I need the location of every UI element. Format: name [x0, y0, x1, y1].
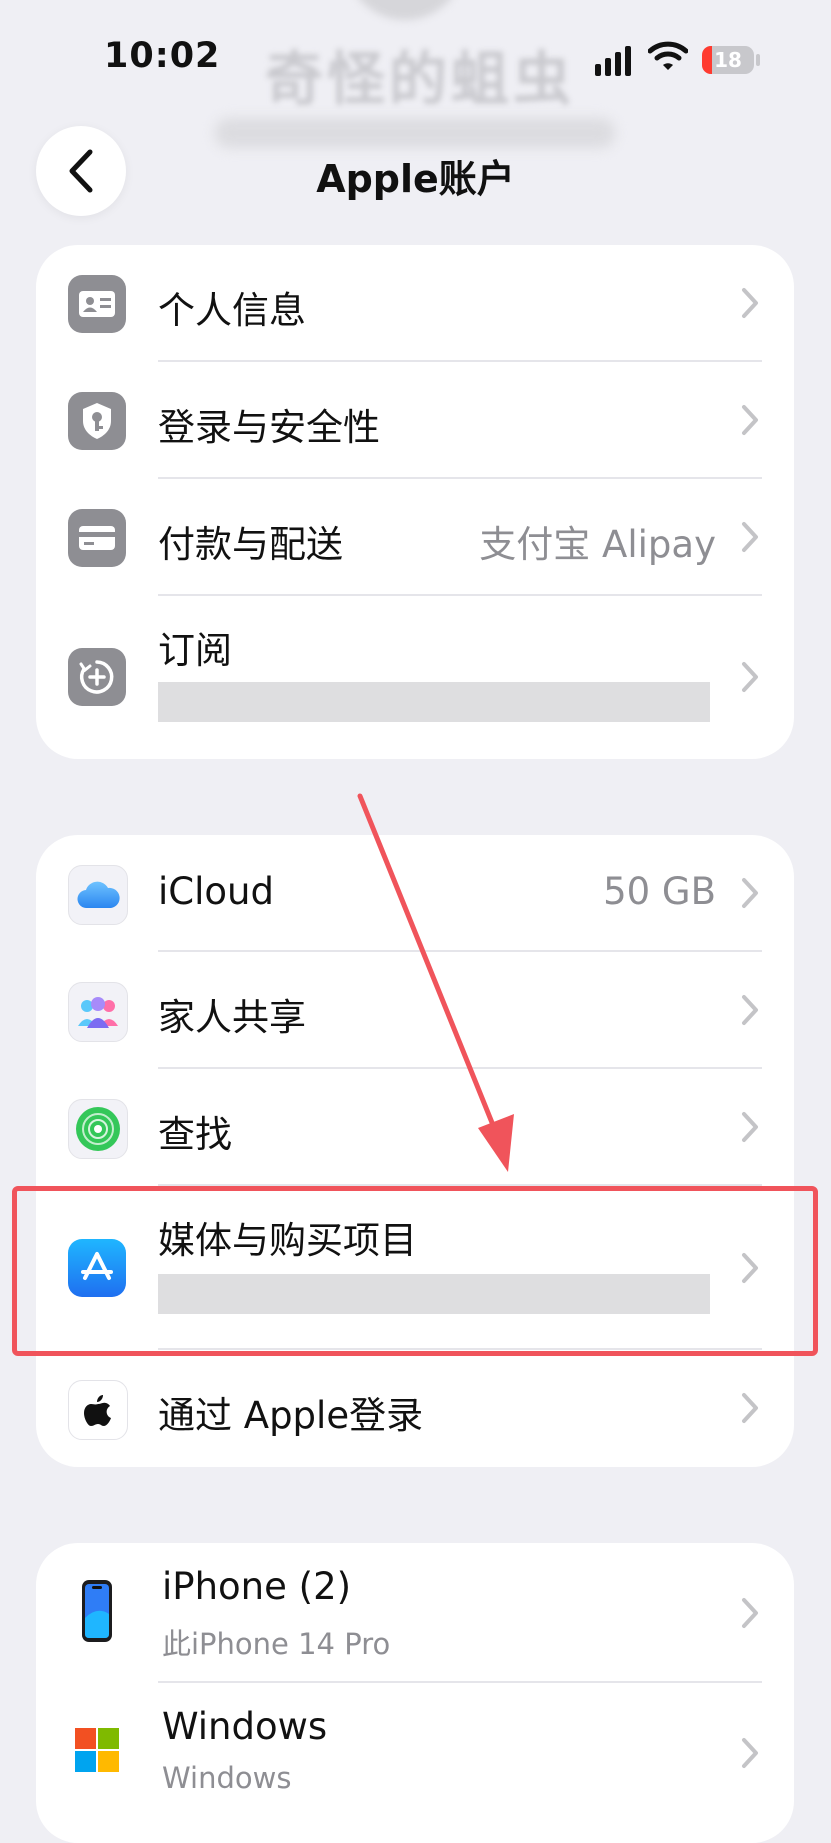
person-card-icon — [68, 275, 126, 333]
list-item-device-iphone[interactable]: iPhone (2) 此iPhone 14 Pro — [36, 1543, 794, 1683]
windows-logo-icon — [68, 1721, 126, 1779]
chevron-right-icon — [742, 878, 758, 908]
sign-in-with-apple-label: 通过 Apple登录 — [158, 1394, 424, 1437]
battery-level: 18 — [714, 48, 742, 72]
profile-avatar — [345, 0, 465, 20]
list-item-icloud[interactable]: iCloud 50 GB — [36, 835, 794, 952]
wifi-icon — [647, 40, 689, 72]
apple-logo-icon — [68, 1380, 128, 1440]
shield-key-icon — [68, 392, 126, 450]
iphone-device-name: iPhone (2) — [162, 1565, 352, 1608]
signin-security-label: 登录与安全性 — [158, 406, 380, 449]
iphone-device-model: 此iPhone 14 Pro — [162, 1627, 391, 1661]
services-group: iCloud 50 GB 家人共享 查找 媒体与购买项目 通过 Apple登录 — [36, 835, 794, 1467]
iphone-icon — [68, 1573, 126, 1649]
icloud-label: iCloud — [158, 870, 274, 913]
list-item-subscriptions[interactable]: 订阅 — [36, 596, 794, 759]
chevron-right-icon — [742, 522, 758, 552]
chevron-right-icon — [742, 1393, 758, 1423]
find-my-label: 查找 — [158, 1113, 232, 1156]
credit-card-icon — [68, 509, 126, 567]
chevron-right-icon — [742, 405, 758, 435]
redacted-subscription-info — [158, 682, 710, 722]
subscriptions-label: 订阅 — [158, 629, 232, 672]
windows-device-name: Windows — [162, 1705, 328, 1748]
chevron-right-icon — [742, 1738, 758, 1768]
list-item-device-windows[interactable]: Windows Windows — [36, 1683, 794, 1823]
family-sharing-icon — [68, 982, 128, 1042]
devices-group: iPhone (2) 此iPhone 14 Pro Windows Window… — [36, 1543, 794, 1843]
chevron-right-icon — [742, 662, 758, 692]
list-item-personal-info[interactable]: 个人信息 — [36, 245, 794, 362]
account-settings-group: 个人信息 登录与安全性 付款与配送 支付宝 Alipay 订阅 — [36, 245, 794, 759]
list-item-find-my[interactable]: 查找 — [36, 1069, 794, 1186]
windows-device-model: Windows — [162, 1761, 292, 1795]
battery-tip — [756, 54, 760, 66]
payment-shipping-label: 付款与配送 — [158, 523, 343, 566]
family-sharing-label: 家人共享 — [158, 996, 306, 1039]
personal-info-label: 个人信息 — [158, 289, 306, 332]
page-title: Apple账户 — [316, 157, 515, 201]
icloud-storage-value: 50 GB — [603, 870, 716, 913]
icloud-icon — [68, 865, 128, 925]
list-item-payment-shipping[interactable]: 付款与配送 支付宝 Alipay — [36, 479, 794, 596]
cellular-signal-icon — [595, 44, 635, 76]
list-item-family-sharing[interactable]: 家人共享 — [36, 952, 794, 1069]
chevron-right-icon — [742, 288, 758, 318]
profile-name: 奇怪的蛆虫 — [265, 45, 576, 113]
chevron-right-icon — [742, 1598, 758, 1628]
list-item-signin-security[interactable]: 登录与安全性 — [36, 362, 794, 479]
highlight-box — [12, 1186, 818, 1356]
profile-email-blurred — [215, 118, 615, 148]
chevron-right-icon — [742, 1112, 758, 1142]
status-time: 10:02 — [104, 36, 221, 76]
chevron-right-icon — [742, 995, 758, 1025]
subscription-icon — [68, 648, 126, 706]
find-my-icon — [68, 1099, 128, 1159]
battery-icon: 18 — [702, 46, 754, 74]
payment-method-value: 支付宝 Alipay — [479, 523, 716, 566]
list-item-sign-in-with-apple[interactable]: 通过 Apple登录 — [36, 1350, 794, 1467]
